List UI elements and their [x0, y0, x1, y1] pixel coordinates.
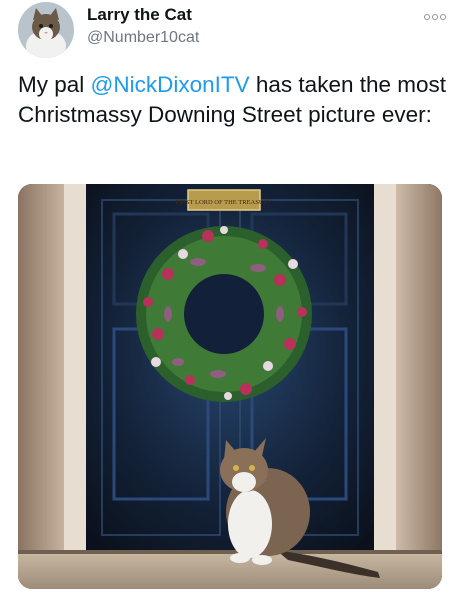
dot [440, 14, 446, 20]
downing-street-door-picture: FIRST LORD OF THE TREASURY [18, 184, 442, 589]
author-handle[interactable]: @Number10cat [87, 28, 199, 48]
dot [432, 14, 438, 20]
cat-avatar-image [18, 2, 74, 58]
more-icon[interactable] [423, 10, 447, 24]
door-plaque-text: FIRST LORD OF THE TREASURY [176, 199, 273, 206]
dot [424, 14, 430, 20]
author-name[interactable]: Larry the Cat [87, 5, 192, 25]
tweet-text: My pal @NickDixonITV has taken the most … [18, 70, 448, 130]
author-avatar[interactable] [18, 2, 74, 58]
mention-link[interactable]: @NickDixonITV [91, 72, 250, 97]
tweet-text-prefix: My pal [18, 72, 91, 97]
tweet-photo[interactable]: FIRST LORD OF THE TREASURY [18, 184, 442, 589]
christmas-wreath [136, 226, 312, 402]
